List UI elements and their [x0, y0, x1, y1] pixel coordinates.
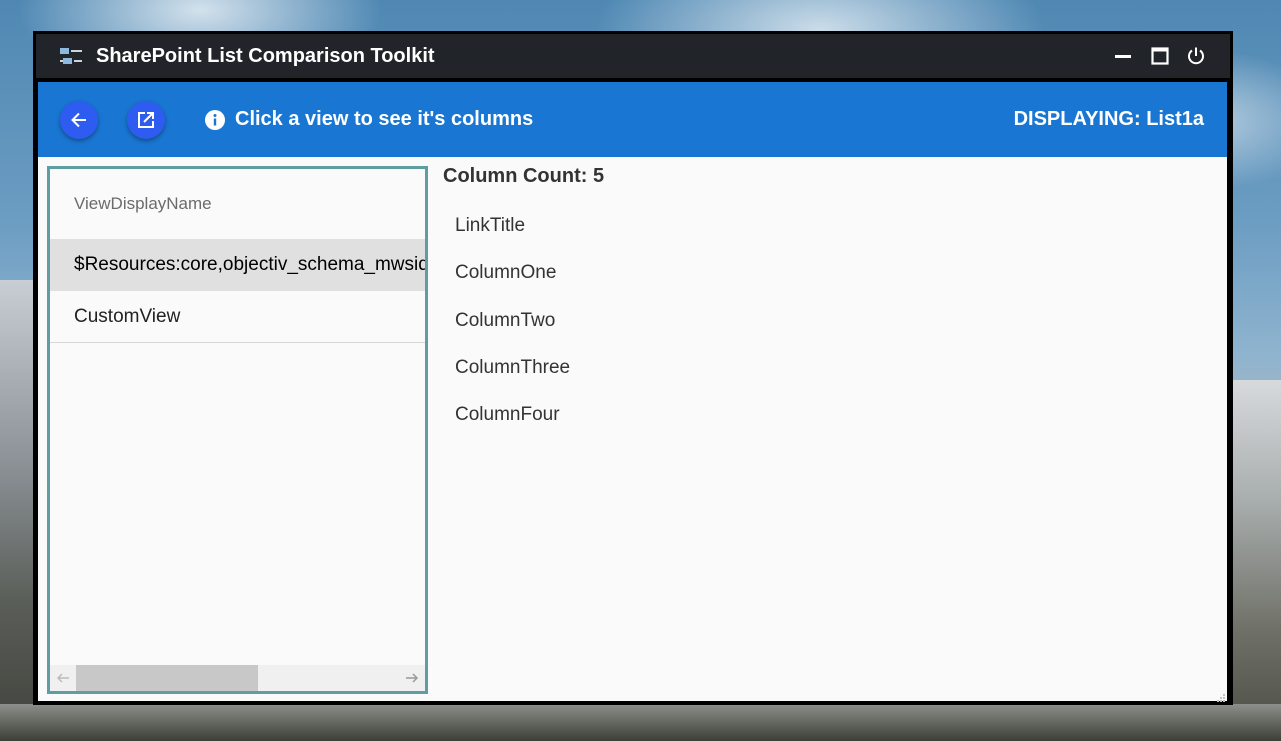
column-item: ColumnThree [455, 356, 571, 378]
displaying-list-label: DISPLAYING: List1a [1013, 108, 1204, 130]
column-count: Column Count: 5 [443, 165, 605, 187]
column-item: ColumnOne [455, 262, 557, 284]
open-external-button[interactable] [127, 101, 165, 139]
desktop-ground [0, 704, 1281, 741]
back-button[interactable] [60, 101, 98, 139]
column-item: ColumnTwo [455, 309, 556, 331]
app-window: SharePoint List Comparison Toolkit Click… [33, 31, 1233, 705]
scroll-right-button[interactable] [399, 665, 425, 691]
column-item: LinkTitle [455, 215, 526, 236]
scrollbar-thumb[interactable] [76, 665, 258, 691]
maximize-button[interactable] [1150, 46, 1170, 66]
power-icon [1188, 47, 1204, 65]
toolbar: Click a view to see it's columns DISPLAY… [38, 82, 1227, 157]
horizontal-scrollbar[interactable] [50, 665, 425, 691]
hint-text: Click a view to see it's columns [235, 108, 534, 130]
columns-list: LinkTitle ColumnOne ColumnTwo ColumnThre… [443, 203, 1043, 439]
views-grid[interactable]: ViewDisplayName $Resources:core,objectiv… [47, 166, 428, 694]
list-compare-icon [60, 47, 82, 67]
main-content: ViewDisplayName $Resources:core,objectiv… [38, 157, 1227, 702]
arrow-left-icon [56, 673, 69, 683]
power-button[interactable] [1186, 46, 1206, 66]
open-in-new-icon [138, 112, 154, 128]
arrow-right-icon [406, 673, 419, 683]
view-row[interactable]: CustomView [50, 291, 425, 343]
resize-grip-icon[interactable] [1215, 689, 1225, 702]
maximize-icon [1151, 47, 1169, 65]
arrow-left-icon [71, 112, 86, 128]
views-column-header[interactable]: ViewDisplayName [50, 169, 425, 239]
window-title: SharePoint List Comparison Toolkit [96, 45, 435, 67]
title-bar[interactable]: SharePoint List Comparison Toolkit [36, 34, 1230, 78]
view-row-selected[interactable]: $Resources:core,objectiv_schema_mwsidcam… [50, 239, 425, 291]
minimize-icon [1115, 55, 1131, 58]
column-item: ColumnFour [455, 404, 560, 426]
info-icon [205, 109, 225, 130]
toolbar-hint: Click a view to see it's columns [205, 82, 533, 157]
minimize-button[interactable] [1113, 46, 1133, 66]
desktop-mountain-right [1232, 380, 1281, 741]
scroll-left-button[interactable] [50, 665, 76, 691]
